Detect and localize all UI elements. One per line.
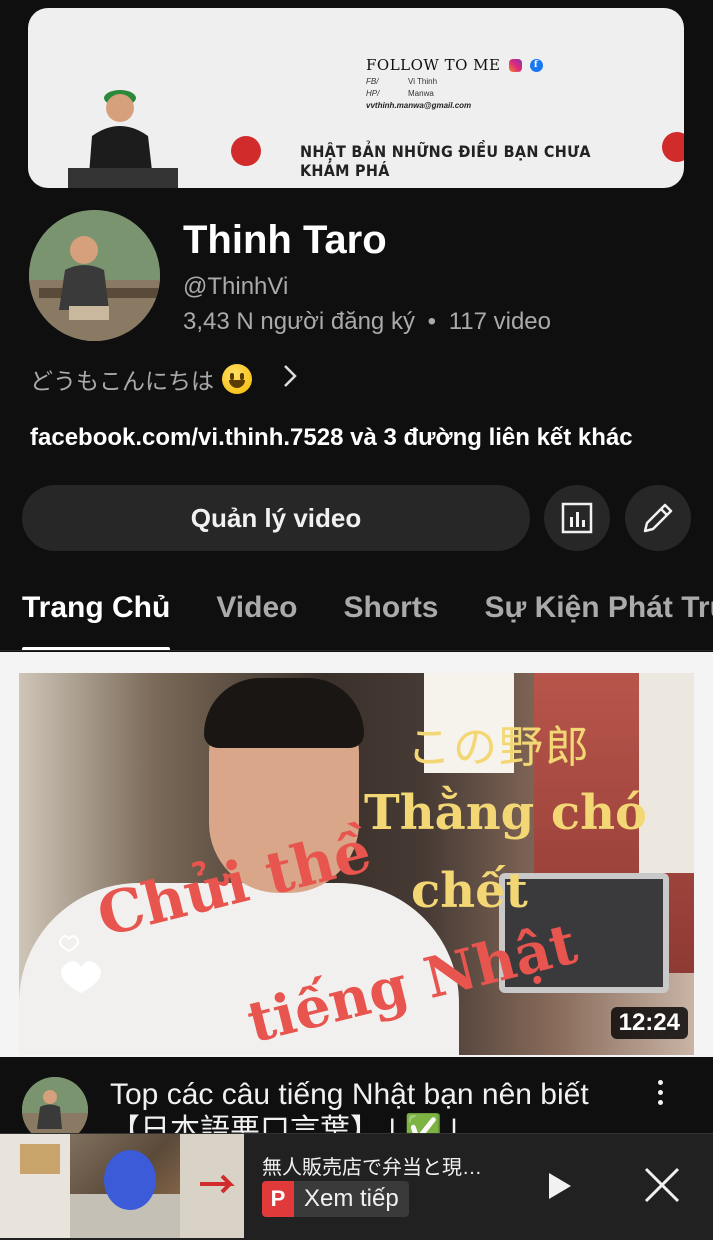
channel-links[interactable]: facebook.com/vi.thinh.7528 và 3 đường li…	[30, 424, 633, 452]
featured-video-thumbnail[interactable]: この野郎 Thằng chó chết Chửi thề tiếng Nhật …	[19, 673, 694, 1055]
close-icon	[644, 1167, 680, 1203]
stats-separator: •	[427, 308, 437, 335]
channel-description[interactable]: どうもこんにちは	[30, 362, 298, 396]
analytics-button[interactable]	[544, 485, 610, 551]
channel-tabs: Trang Chủ Video Shorts Sự Kiện Phát Trực…	[0, 585, 713, 651]
fb-value: Vi Thinh	[408, 77, 438, 86]
blurred-face-blob	[104, 1150, 156, 1210]
more-options-icon[interactable]	[658, 1080, 663, 1105]
channel-handle: @ThinhVi	[183, 273, 289, 300]
continue-watching-badge: P Xem tiếp	[262, 1181, 409, 1217]
tab-videos[interactable]: Video	[216, 585, 297, 650]
edit-channel-button[interactable]	[625, 485, 691, 551]
pencil-icon	[643, 503, 673, 533]
mini-player-thumbnail[interactable]	[0, 1134, 244, 1238]
channel-avatar[interactable]	[29, 210, 160, 341]
banner-slogan: NHẬT BẢN NHỮNG ĐIỀU BẠN CHƯA KHÁM PHÁ	[300, 142, 591, 180]
badge-text: Xem tiếp	[304, 1185, 399, 1212]
thumbnail-overlay-chet: chết	[411, 863, 528, 919]
bar-chart-icon	[561, 502, 593, 534]
banner-red-dot	[231, 136, 261, 166]
banner-contact-info: FB/Vi Thinh HP/Manwa vvthinh.manwa@gmail…	[366, 76, 471, 112]
avatar-image	[29, 210, 160, 341]
fb-label: FB/	[366, 77, 379, 86]
mini-player-title[interactable]: 無人販売店で弁当と現…	[262, 1151, 482, 1180]
description-text: どうもこんにちは	[30, 368, 214, 394]
banner-person-image	[68, 90, 178, 188]
tab-live[interactable]: Sự Kiện Phát Trực Tiếp	[485, 585, 713, 650]
thumbnail-overlay-thang: Thằng chó	[364, 785, 648, 841]
channel-name: Thinh Taro	[183, 218, 387, 262]
channel-banner: FOLLOW TO ME f FB/Vi Thinh HP/Manwa vvth…	[28, 8, 684, 188]
banner-follow: FOLLOW TO ME f	[366, 56, 543, 74]
play-icon	[549, 1173, 571, 1199]
subscriber-count: 3,43 N người đăng ký	[183, 308, 415, 335]
video-count: 117 video	[448, 308, 551, 335]
video-duration: 12:24	[610, 1007, 688, 1039]
chevron-right-icon	[282, 363, 298, 396]
hp-label: HP/	[366, 89, 380, 98]
hearts-icon	[49, 931, 119, 1006]
thumbnail-hair	[204, 678, 364, 748]
facebook-icon: f	[529, 58, 543, 72]
badge-letter: P	[262, 1181, 294, 1217]
mini-player-play-button[interactable]	[540, 1166, 580, 1206]
smile-emoji-icon	[222, 364, 252, 394]
instagram-icon	[508, 58, 522, 72]
hp-value: Manwa	[408, 89, 434, 98]
banner-email: vvthinh.manwa@gmail.com	[366, 101, 472, 110]
thumbnail-overlay-jp: この野郎	[407, 722, 591, 773]
tab-shorts[interactable]: Shorts	[343, 585, 438, 650]
banner-follow-text: FOLLOW TO ME	[366, 56, 501, 74]
manage-videos-button[interactable]: Quản lý video	[22, 485, 530, 551]
banner-red-dot	[662, 132, 684, 162]
mini-player-close-button[interactable]	[640, 1163, 684, 1207]
channel-stats: 3,43 N người đăng ký • 117 video	[183, 308, 551, 336]
tab-home[interactable]: Trang Chủ	[22, 585, 171, 650]
thumbnail-note	[639, 673, 694, 873]
